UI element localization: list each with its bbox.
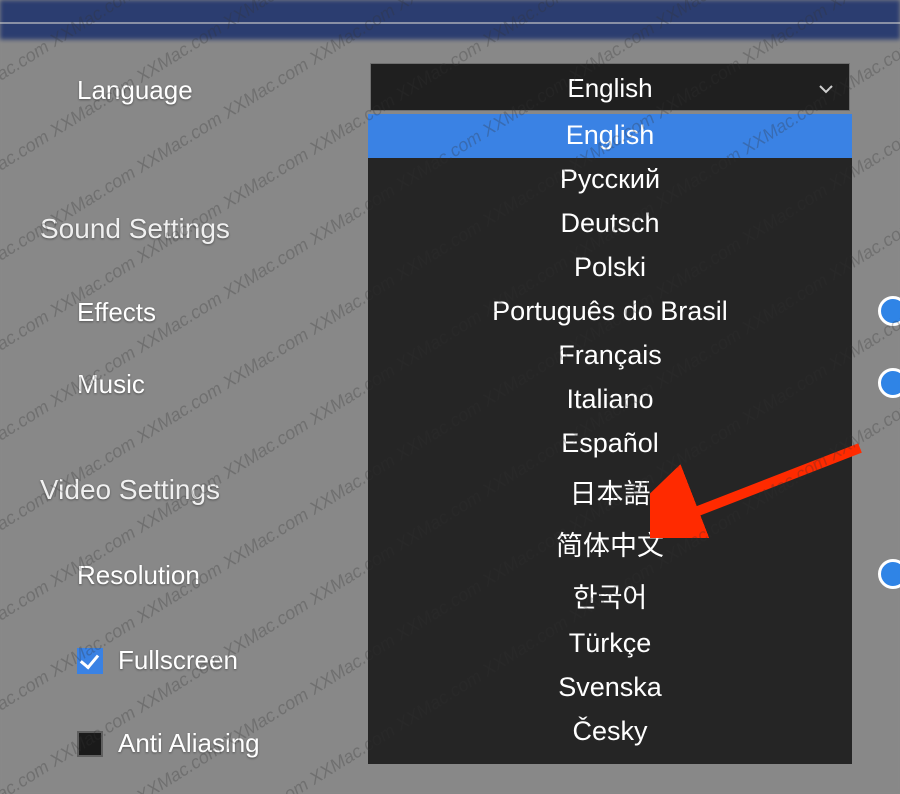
language-option[interactable]: Svenska xyxy=(368,666,852,710)
language-dropdown-list[interactable]: EnglishРусскийDeutschPolskiPortuguês do … xyxy=(368,114,852,764)
antialias-checkbox[interactable] xyxy=(77,731,103,757)
section-sound-settings: Sound Settings xyxy=(40,213,230,245)
section-video-settings: Video Settings xyxy=(40,474,220,506)
language-option[interactable]: Русский xyxy=(368,158,852,202)
music-label: Music xyxy=(77,369,145,400)
fullscreen-label: Fullscreen xyxy=(118,645,238,676)
language-option[interactable]: Česky xyxy=(368,710,852,754)
language-option[interactable]: Français xyxy=(368,334,852,378)
language-option[interactable]: 日本語 xyxy=(368,466,852,518)
effects-label: Effects xyxy=(77,297,156,328)
language-option[interactable]: 简体中文 xyxy=(368,518,852,570)
chevron-down-icon xyxy=(819,82,833,96)
language-label: Language xyxy=(77,75,193,106)
language-dropdown-value: English xyxy=(567,73,652,103)
language-option[interactable]: Italiano xyxy=(368,378,852,422)
language-dropdown[interactable]: English xyxy=(370,63,850,111)
language-option[interactable]: English xyxy=(368,114,852,158)
resolution-label: Resolution xyxy=(77,560,200,591)
resolution-slider-thumb[interactable] xyxy=(878,559,900,589)
language-option[interactable]: Español xyxy=(368,422,852,466)
language-option[interactable]: Polski xyxy=(368,246,852,290)
language-option[interactable]: 한국어 xyxy=(368,570,852,622)
language-option[interactable]: Deutsch xyxy=(368,202,852,246)
language-option[interactable]: Português do Brasil xyxy=(368,290,852,334)
language-option[interactable]: Türkçe xyxy=(368,622,852,666)
music-slider-thumb[interactable] xyxy=(878,368,900,398)
effects-slider-thumb[interactable] xyxy=(878,296,900,326)
divider-line xyxy=(0,22,900,24)
fullscreen-checkbox[interactable] xyxy=(77,648,103,674)
antialias-label: Anti Aliasing xyxy=(118,728,260,759)
